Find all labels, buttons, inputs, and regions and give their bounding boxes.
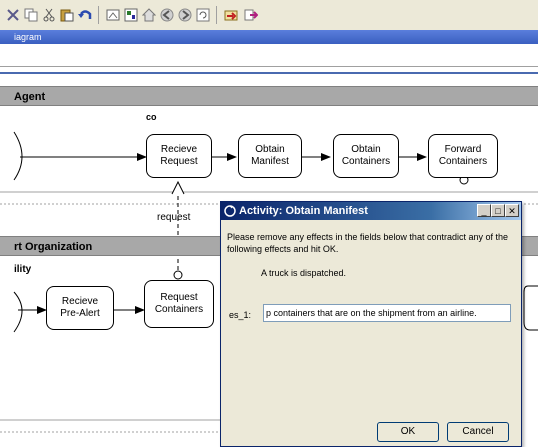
- minimize-button[interactable]: _: [477, 204, 491, 217]
- maximize-button[interactable]: □: [491, 204, 505, 217]
- cancel-button[interactable]: Cancel: [447, 422, 509, 442]
- activity-icon: [224, 205, 236, 217]
- dialog-instructions: Please remove any effects in the fields …: [227, 232, 508, 254]
- sublane-label: ility: [14, 264, 32, 275]
- dialog-effect: A truck is dispatched.: [261, 268, 347, 278]
- field-label: es_1:: [229, 310, 252, 320]
- message-label-request: request: [157, 212, 191, 223]
- ok-button[interactable]: OK: [377, 422, 439, 442]
- task-recieve-request[interactable]: Recieve Request: [146, 134, 212, 178]
- task-forward-containers[interactable]: Forward Containers: [428, 134, 498, 178]
- task-recieve-prealert[interactable]: Recieve Pre-Alert: [46, 286, 114, 330]
- loop-marker-icon: co: [146, 112, 157, 122]
- close-button[interactable]: ✕: [505, 204, 519, 217]
- task-obtain-manifest[interactable]: Obtain Manifest: [238, 134, 302, 178]
- task-request-containers[interactable]: Request Containers: [144, 280, 214, 328]
- task-obtain-containers[interactable]: Obtain Containers: [333, 134, 399, 178]
- dialog-title-bar[interactable]: Activity: Obtain Manifest: [221, 202, 521, 220]
- dialog-title: Activity: Obtain Manifest: [239, 205, 368, 217]
- activity-dialog: Activity: Obtain Manifest _ □ ✕ Please r…: [220, 201, 522, 447]
- effect-input[interactable]: p containers that are on the shipment fr…: [263, 304, 511, 322]
